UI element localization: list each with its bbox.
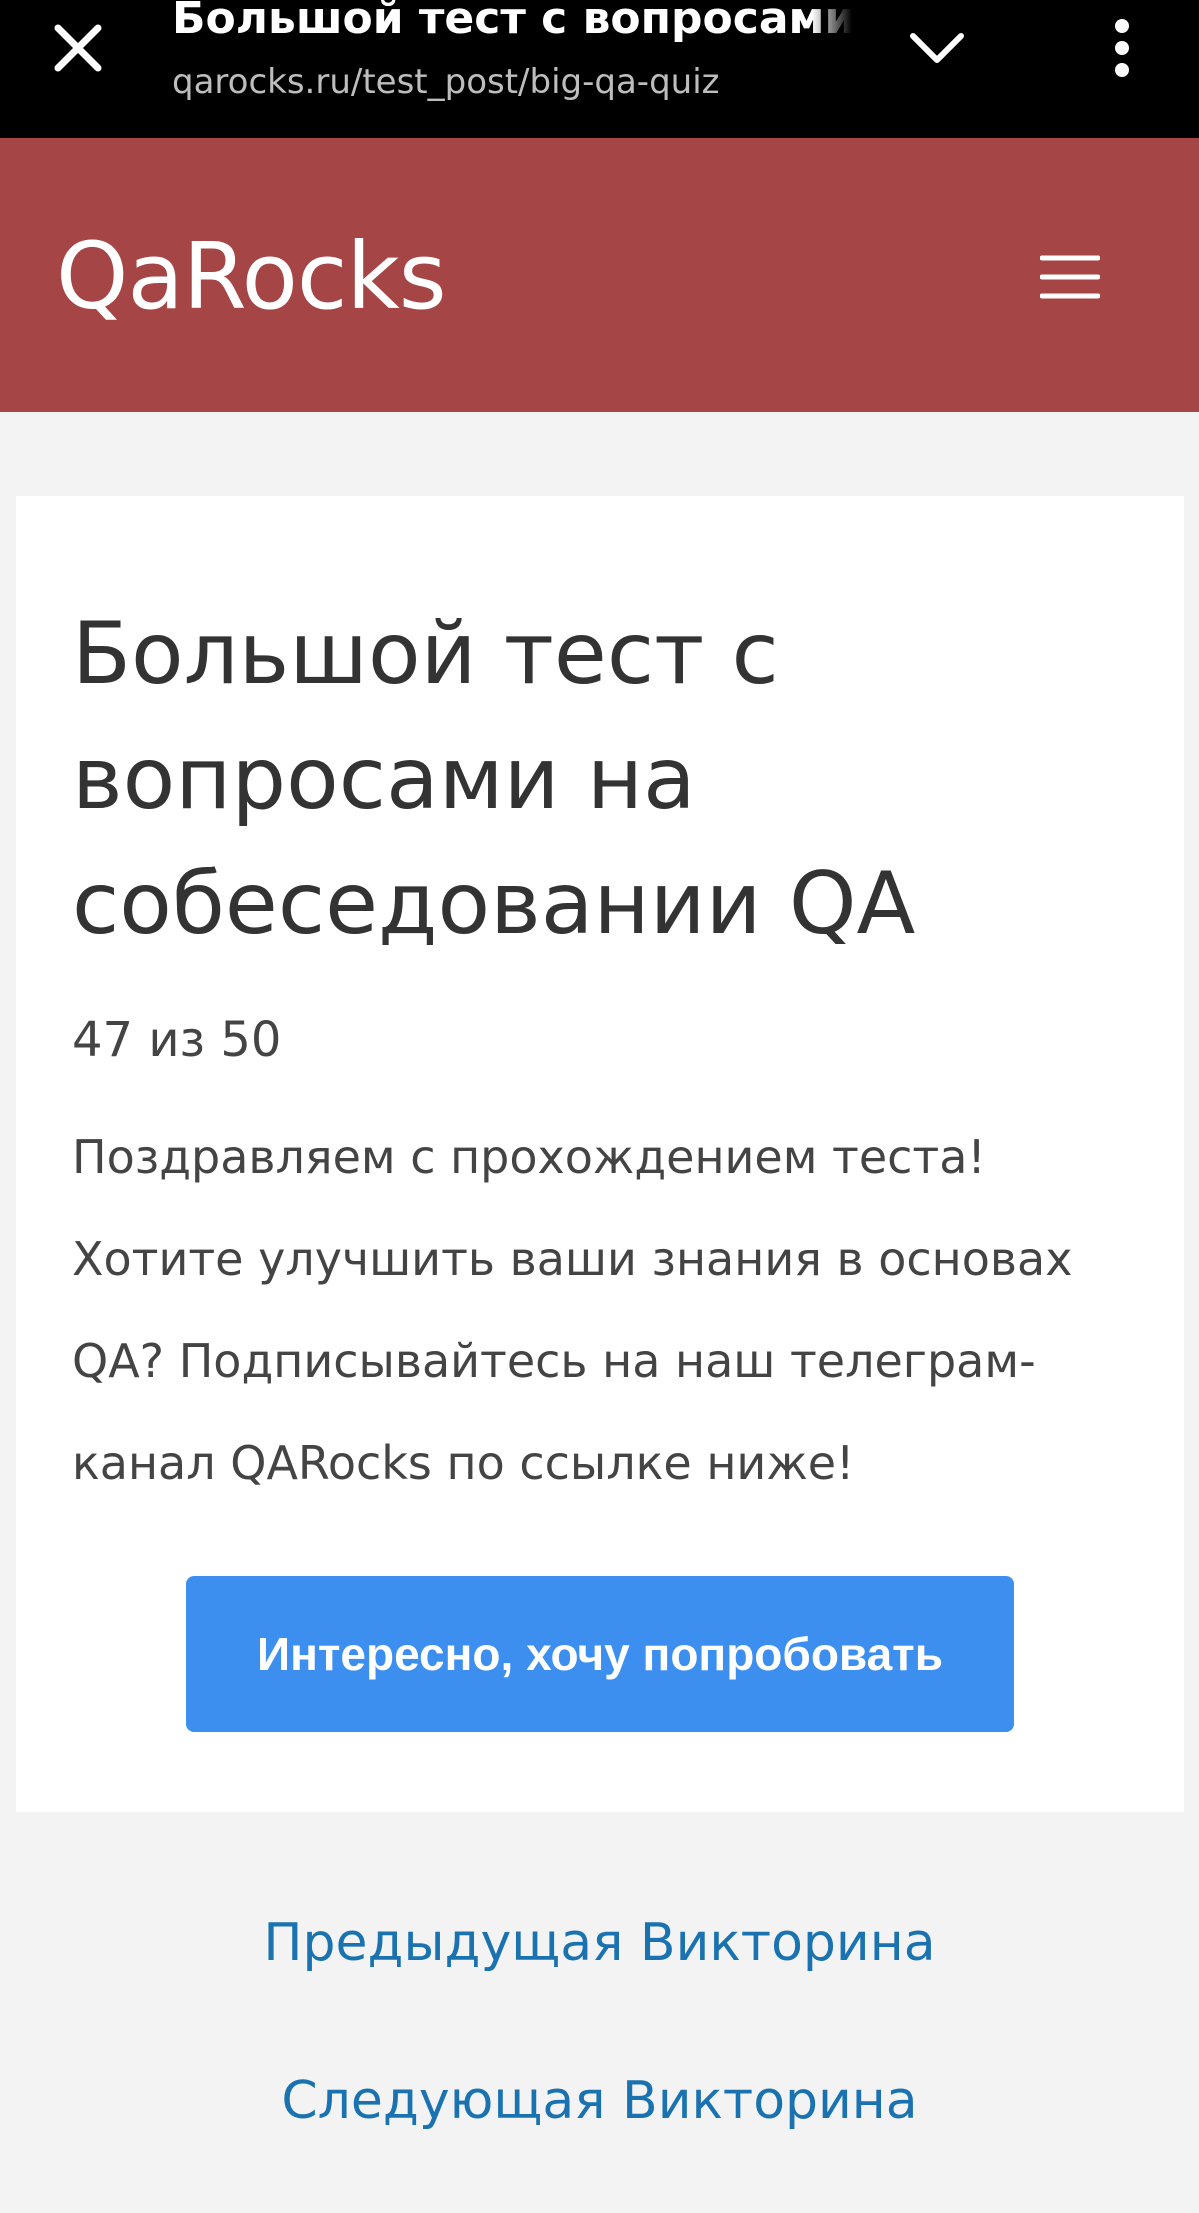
quiz-score: 47 из 50 bbox=[72, 1012, 282, 1068]
browser-page-title: Большой тест с вопросами на собеседовани… bbox=[172, 0, 852, 54]
close-icon[interactable] bbox=[48, 18, 108, 78]
result-message: Поздравляем с прохождением теста! Хотите… bbox=[72, 1130, 1073, 1490]
site-header: QaRocks bbox=[0, 138, 1199, 412]
quiz-result-card: Большой тест с вопросами на собеседовани… bbox=[16, 496, 1184, 1812]
chevron-down-icon[interactable] bbox=[907, 24, 967, 74]
next-quiz-link[interactable]: Следующая Викторина bbox=[0, 2066, 1199, 2136]
hamburger-menu-icon[interactable] bbox=[1040, 252, 1100, 302]
more-vert-icon[interactable] bbox=[1102, 14, 1142, 84]
browser-toolbar: Большой тест с вопросами на собеседовани… bbox=[0, 0, 1199, 138]
quiz-title: Большой тест с вопросами на собеседовани… bbox=[72, 604, 916, 954]
site-logo[interactable]: QaRocks bbox=[56, 222, 447, 332]
browser-url[interactable]: qarocks.ru/test_post/big-qa-quiz bbox=[172, 60, 720, 104]
previous-quiz-link[interactable]: Предыдущая Викторина bbox=[0, 1908, 1199, 1978]
telegram-cta-button[interactable]: Интересно, хочу попробовать bbox=[186, 1576, 1014, 1732]
